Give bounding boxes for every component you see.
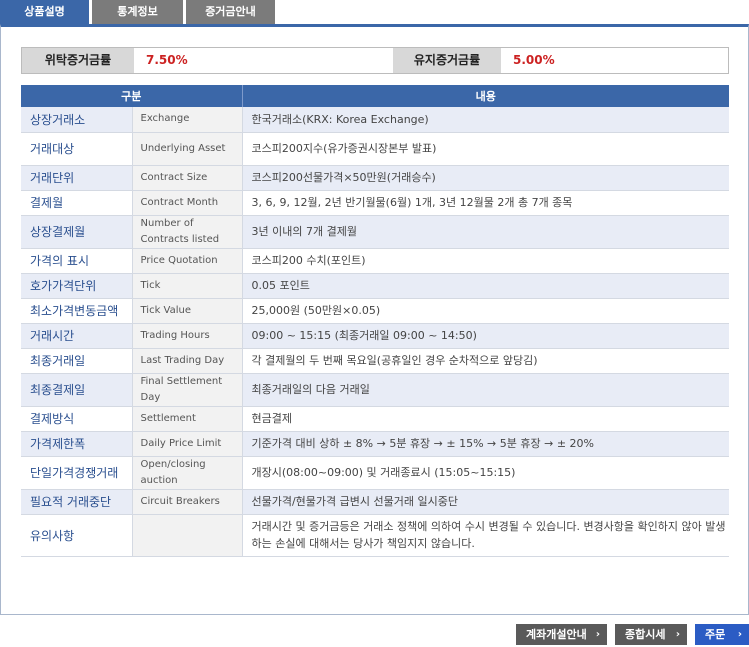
row-category-en: Trading Hours — [132, 323, 243, 349]
row-content: 거래시간 및 증거금등은 거래소 정책에 의하여 수시 변경될 수 있습니다. … — [242, 514, 729, 557]
order-button[interactable]: 주문 › — [695, 624, 749, 645]
row-category-en: Settlement — [132, 406, 243, 432]
row-category-ko: 가격의 표시 — [21, 248, 133, 274]
maintenance-margin-label: 유지증거금률 — [393, 48, 501, 73]
row-content: 3, 6, 9, 12월, 2년 반기월물(6월) 1개, 3년 12월물 2개… — [242, 190, 729, 216]
row-content: 코스피200지수(유가증권시장본부 발표) — [242, 132, 729, 166]
row-content: 09:00 ~ 15:15 (최종거래일 09:00 ~ 14:50) — [242, 323, 729, 349]
chevron-right-icon: › — [595, 629, 600, 640]
table-body: 상장거래소 Exchange 한국거래소(KRX: Korea Exchange) 거… — [21, 107, 729, 557]
row-category-en: Number of Contracts listed — [132, 215, 243, 249]
table-row: 필요적 거래중단 Circuit Breakers 선물가격/현물가격 급변시 선물… — [21, 489, 729, 515]
maintenance-margin-value: 5.00% — [513, 53, 555, 67]
table-row: 결제월 Contract Month 3, 6, 9, 12월, 2년 반기월물(6… — [21, 190, 729, 216]
row-category-en: Daily Price Limit — [132, 431, 243, 457]
row-category-en: Final Settlement Day — [132, 373, 243, 407]
table-row: 가격제한폭 Daily Price Limit 기준가격 대비 상하 ± 8% → … — [21, 431, 729, 457]
tab-product-description[interactable]: 상품설명 — [0, 0, 89, 24]
row-category-ko: 유의사항 — [21, 514, 133, 557]
row-category-en: Underlying Asset — [132, 132, 243, 166]
header-content: 내용 — [242, 85, 729, 107]
header-category: 구분 — [21, 85, 243, 107]
row-content: 25,000원 (50만원×0.05) — [242, 298, 729, 324]
row-category-ko: 거래대상 — [21, 132, 133, 166]
row-category-en: Contract Size — [132, 165, 243, 191]
row-category-en: Tick Value — [132, 298, 243, 324]
table-row: 상장결제월 Number of Contracts listed 3년 이내의 7개… — [21, 215, 729, 249]
row-category-ko: 최소가격변동금액 — [21, 298, 133, 324]
table-row: 최종결제일 Final Settlement Day 최종거래일의 다음 거래일 — [21, 373, 729, 407]
button-label: 주문 — [705, 628, 726, 641]
table-row: 유의사항 거래시간 및 증거금등은 거래소 정책에 의하여 수시 변경될 수 있습… — [21, 514, 729, 557]
row-category-ko: 결제방식 — [21, 406, 133, 432]
tab-bar: 상품설명 통계정보 증거금안내 — [0, 0, 749, 24]
row-category-en — [132, 514, 243, 557]
row-category-ko: 상장결제월 — [21, 215, 133, 249]
row-category-ko: 호가가격단위 — [21, 273, 133, 299]
row-category-ko: 최종거래일 — [21, 348, 133, 374]
row-content: 코스피200선물가격×50만원(거래승수) — [242, 165, 729, 191]
chevron-right-icon: › — [675, 629, 680, 640]
row-category-ko: 거래단위 — [21, 165, 133, 191]
button-label: 계좌개설안내 — [526, 628, 587, 641]
table-row: 거래시간 Trading Hours 09:00 ~ 15:15 (최종거래일 09… — [21, 323, 729, 349]
table-row: 결제방식 Settlement 현금결제 — [21, 406, 729, 432]
row-category-ko: 최종결제일 — [21, 373, 133, 407]
row-category-ko: 필요적 거래중단 — [21, 489, 133, 515]
table-row: 최소가격변동금액 Tick Value 25,000원 (50만원×0.05) — [21, 298, 729, 324]
row-category-en: Circuit Breakers — [132, 489, 243, 515]
tab-margin-info[interactable]: 증거금안내 — [186, 0, 275, 24]
row-content: 코스피200 수치(포인트) — [242, 248, 729, 274]
initial-margin-value: 7.50% — [146, 53, 188, 67]
row-category-en: Exchange — [132, 107, 243, 133]
row-category-ko: 상장거래소 — [21, 107, 133, 133]
row-content: 개장시(08:00~09:00) 및 거래종료시 (15:05~15:15) — [242, 456, 729, 490]
table-row: 최종거래일 Last Trading Day 각 결제월의 두 번째 목요일(공휴일… — [21, 348, 729, 374]
chevron-right-icon: › — [737, 629, 742, 640]
row-category-en: Last Trading Day — [132, 348, 243, 374]
table-row: 거래단위 Contract Size 코스피200선물가격×50만원(거래승수) — [21, 165, 729, 191]
row-category-ko: 거래시간 — [21, 323, 133, 349]
contract-spec-table: 구분 내용 상장거래소 Exchange 한국거래소(KRX: Korea Exch… — [21, 85, 729, 557]
row-content: 현금결제 — [242, 406, 729, 432]
row-category-en: Price Quotation — [132, 248, 243, 274]
table-row: 거래대상 Underlying Asset 코스피200지수(유가증권시장본부 발표… — [21, 132, 729, 166]
table-row: 가격의 표시 Price Quotation 코스피200 수치(포인트) — [21, 248, 729, 274]
button-label: 종합시세 — [625, 628, 666, 641]
tab-statistics[interactable]: 통계정보 — [92, 0, 183, 24]
table-row: 단일가격경쟁거래 Open/closing auction 개장시(08:00~09… — [21, 456, 729, 490]
row-content: 기준가격 대비 상하 ± 8% → 5분 휴장 → ± 15% → 5분 휴장 … — [242, 431, 729, 457]
row-category-en: Open/closing auction — [132, 456, 243, 490]
account-opening-guide-button[interactable]: 계좌개설안내 › — [516, 624, 607, 645]
table-row: 호가가격단위 Tick 0.05 포인트 — [21, 273, 729, 299]
margin-rate-summary: 위탁증거금률 7.50% 유지증거금률 5.00% — [21, 47, 729, 74]
row-content: 선물가격/현물가격 급변시 선물거래 일시중단 — [242, 489, 729, 515]
row-content: 3년 이내의 7개 결제월 — [242, 215, 729, 249]
row-content: 한국거래소(KRX: Korea Exchange) — [242, 107, 729, 133]
row-content: 최종거래일의 다음 거래일 — [242, 373, 729, 407]
row-category-en: Tick — [132, 273, 243, 299]
row-content: 각 결제월의 두 번째 목요일(공휴일인 경우 순차적으로 앞당김) — [242, 348, 729, 374]
initial-margin-label: 위탁증거금률 — [22, 48, 134, 73]
content-panel: 위탁증거금률 7.50% 유지증거금률 5.00% 구분 내용 상장거래소 Exc… — [0, 24, 749, 615]
market-overview-button[interactable]: 종합시세 › — [615, 624, 687, 645]
row-content: 0.05 포인트 — [242, 273, 729, 299]
table-row: 상장거래소 Exchange 한국거래소(KRX: Korea Exchange) — [21, 107, 729, 133]
row-category-ko: 결제월 — [21, 190, 133, 216]
row-category-ko: 가격제한폭 — [21, 431, 133, 457]
row-category-en: Contract Month — [132, 190, 243, 216]
row-category-ko: 단일가격경쟁거래 — [21, 456, 133, 490]
table-header-row: 구분 내용 — [21, 85, 729, 107]
